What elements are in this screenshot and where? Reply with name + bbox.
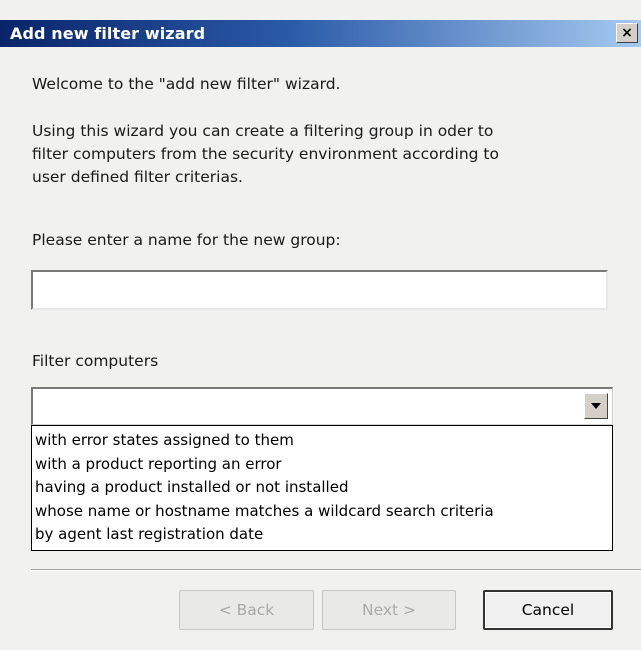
close-button[interactable]: × xyxy=(616,23,638,43)
filter-option-last-registration[interactable]: by agent last registration date xyxy=(35,523,612,547)
filter-options-list: with error states assigned to them with … xyxy=(31,425,613,551)
filter-option-product-error[interactable]: with a product reporting an error xyxy=(35,453,612,477)
intro-line-3: user defined filter criterias. xyxy=(32,168,243,186)
welcome-text: Welcome to the "add new filter" wizard. xyxy=(32,75,341,93)
group-name-input[interactable] xyxy=(31,270,608,310)
button-separator xyxy=(31,569,641,571)
chevron-down-icon xyxy=(591,403,601,409)
cancel-button[interactable]: Cancel xyxy=(483,590,613,630)
dropdown-button[interactable] xyxy=(584,393,608,419)
title-bar: Add new filter wizard × xyxy=(0,20,641,47)
intro-line-1: Using this wizard you can create a filte… xyxy=(32,122,494,140)
filter-computers-select[interactable] xyxy=(31,387,613,425)
filter-option-product-installed[interactable]: having a product installed or not instal… xyxy=(35,476,612,500)
back-button[interactable]: < Back xyxy=(179,590,314,630)
close-icon: × xyxy=(621,25,633,41)
filter-option-error-states[interactable]: with error states assigned to them xyxy=(35,429,612,453)
group-name-label: Please enter a name for the new group: xyxy=(32,231,341,249)
intro-line-2: filter computers from the security envir… xyxy=(32,145,499,163)
filter-option-name-wildcard[interactable]: whose name or hostname matches a wildcar… xyxy=(35,500,612,524)
next-button[interactable]: Next > xyxy=(322,590,456,630)
filter-computers-label: Filter computers xyxy=(32,352,159,370)
window-title: Add new filter wizard xyxy=(10,24,206,43)
